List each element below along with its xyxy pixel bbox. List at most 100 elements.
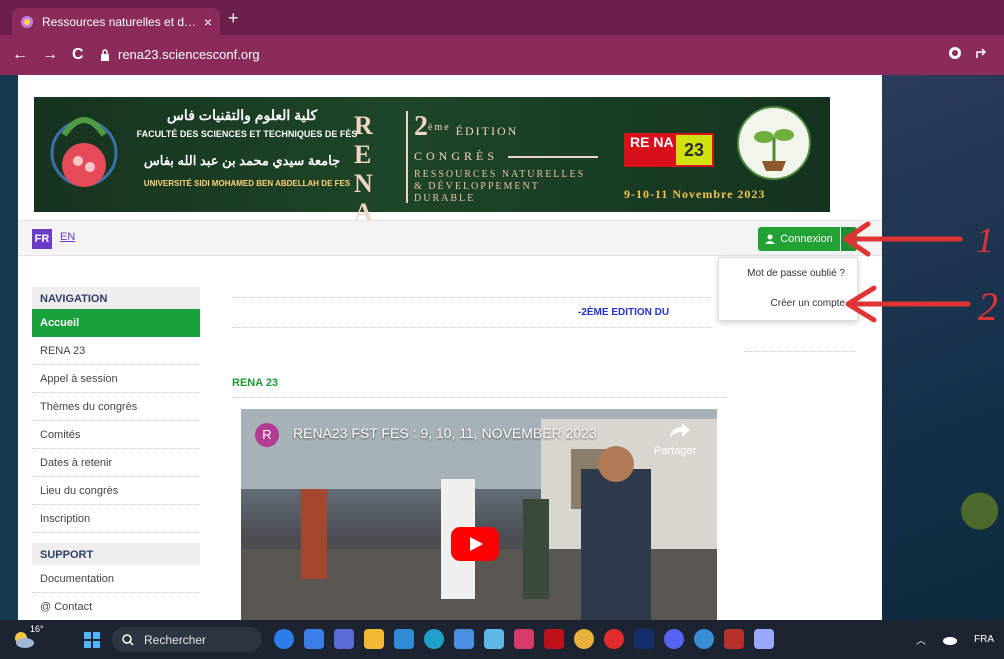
rena23-logo: RE NA 23: [624, 133, 714, 167]
url-field[interactable]: rena23.sciencesconf.org: [100, 43, 980, 67]
edition-label: 2ème ÉDITION: [414, 111, 518, 143]
windows-taskbar: 16° Rechercher ︿ FRA: [0, 620, 1004, 659]
sidebar-item-appel-session[interactable]: Appel à session: [32, 365, 200, 393]
forgot-password-link[interactable]: Mot de passe oublié ?: [747, 268, 845, 279]
search-placeholder: Rechercher: [144, 632, 207, 647]
congress-theme: RESSOURCES NATURELLES & DÉVELOPPEMENT DU…: [414, 169, 585, 205]
forward-button[interactable]: →: [42, 45, 58, 65]
rena-line-1: R E: [354, 111, 373, 169]
faculty-name-french: FACULTÉ DES SCIENCES ET TECHNIQUES DE FÈ…: [136, 129, 358, 139]
sidebar: NAVIGATION Accueil RENA 23 Appel à sessi…: [32, 287, 200, 620]
section-divider: [232, 397, 728, 398]
theme-line-3: DURABLE: [414, 193, 476, 204]
sidebar-item-documentation[interactable]: Documentation: [32, 565, 200, 593]
rena-line-2: N A: [354, 169, 373, 227]
netflix-icon[interactable]: [544, 629, 564, 649]
search-icon: [122, 633, 134, 646]
content-divider: [744, 351, 856, 352]
edge-icon[interactable]: [424, 629, 444, 649]
file-explorer-icon[interactable]: [364, 629, 384, 649]
windows-start-icon[interactable]: [84, 632, 100, 648]
user-icon: [765, 234, 776, 244]
edition-number: 2: [414, 111, 428, 142]
mcafee-icon[interactable]: [514, 629, 534, 649]
opera-icon[interactable]: [604, 629, 624, 649]
browser-tab-bar: Ressources naturelles et développ × +: [0, 0, 1004, 35]
theme-line-1: RESSOURCES NATURELLES: [414, 169, 586, 180]
rena-logo-text: RE NA: [630, 134, 674, 150]
ecology-seal-icon: [737, 106, 811, 180]
sidebar-item-lieu[interactable]: Lieu du congrès: [32, 477, 200, 505]
rena-logo-number: 23: [676, 135, 712, 165]
lock-icon: [101, 49, 109, 61]
faculty-name-arabic: كلية العلوم والتقنيات فاس: [166, 107, 318, 123]
congres-divider: [508, 156, 598, 158]
task-view-icon[interactable]: [304, 629, 324, 649]
annotation-number-1: 1: [976, 220, 994, 260]
back-button[interactable]: ←: [12, 45, 28, 65]
temperature: 16°: [30, 624, 44, 634]
lang-fr-button[interactable]: FR: [32, 229, 52, 249]
edition-suffix: ème: [428, 122, 451, 133]
section-heading: RENA 23: [232, 377, 279, 389]
congres-label: CONGRÈS: [414, 149, 499, 163]
university-name-french: UNIVERSITÉ SIDI MOHAMED BEN ABDELLAH DE …: [143, 179, 351, 188]
play-button[interactable]: [451, 527, 499, 561]
bing-icon[interactable]: [274, 629, 294, 649]
browser-icon[interactable]: [694, 629, 714, 649]
sidebar-item-dates[interactable]: Dates à retenir: [32, 449, 200, 477]
connexion-button[interactable]: Connexion: [758, 227, 840, 251]
store-icon[interactable]: [394, 629, 414, 649]
create-account-link[interactable]: Créer un compte: [771, 298, 845, 309]
youtube-video-player[interactable]: R RENA23 FST FES : 9, 10, 11, NOVEMBER 2…: [241, 409, 717, 620]
annotation-arrows: 1 2: [843, 220, 998, 329]
system-tray: ︿ FRA: [916, 632, 994, 647]
language-indicator[interactable]: FRA: [974, 634, 994, 645]
sidebar-item-inscription[interactable]: Inscription: [32, 505, 200, 533]
taskbar-search[interactable]: Rechercher: [112, 627, 262, 652]
annotation-number-2: 2: [978, 284, 998, 329]
cloud-icon[interactable]: [942, 635, 958, 645]
news-ticker: -2ÈME EDITION DU: [578, 307, 670, 318]
share-label[interactable]: Partager: [654, 445, 696, 457]
sidebar-item-rena23[interactable]: RENA 23: [32, 337, 200, 365]
sidebar-item-accueil[interactable]: Accueil: [32, 309, 200, 337]
sidebar-item-contact[interactable]: @ Contact: [32, 593, 200, 620]
notes-icon[interactable]: [754, 629, 774, 649]
university-logo-icon: [50, 117, 118, 187]
wps-icon[interactable]: [724, 629, 744, 649]
channel-avatar[interactable]: R: [255, 423, 279, 447]
new-tab-button[interactable]: +: [228, 8, 239, 28]
share-page-icon[interactable]: [974, 46, 988, 60]
conference-dates: 9-10-11 Novembre 2023: [624, 187, 766, 201]
language-login-bar: FR EN Connexion: [18, 220, 882, 256]
desktop-background-left: [0, 75, 18, 620]
extension-icons: [948, 46, 988, 60]
mail-icon[interactable]: [454, 629, 474, 649]
teams-icon[interactable]: [334, 629, 354, 649]
browser-address-bar: ← → C rena23.sciencesconf.org: [0, 35, 1004, 75]
desktop-background-right: [882, 75, 1004, 620]
google-icon[interactable]: [948, 46, 962, 60]
edition-text: ÉDITION: [455, 124, 519, 138]
connexion-dropdown-menu: Mot de passe oublié ? Créer un compte: [718, 257, 858, 321]
chevron-up-icon[interactable]: ︿: [916, 632, 926, 647]
banner-divider: [406, 111, 408, 203]
app-icon[interactable]: [484, 629, 504, 649]
share-icon[interactable]: [669, 421, 691, 439]
chrome-icon[interactable]: [574, 629, 594, 649]
tab-title: Ressources naturelles et développ: [42, 14, 198, 29]
site-favicon-icon: [21, 15, 33, 28]
photoshop-icon[interactable]: [634, 629, 654, 649]
reload-button[interactable]: C: [72, 45, 84, 65]
tab-close-icon[interactable]: ×: [204, 14, 212, 30]
support-heading: SUPPORT: [32, 543, 200, 565]
discord-icon[interactable]: [664, 629, 684, 649]
sidebar-item-themes[interactable]: Thèmes du congrès: [32, 393, 200, 421]
navigation-heading: NAVIGATION: [32, 287, 200, 309]
video-title[interactable]: RENA23 FST FES : 9, 10, 11, NOVEMBER 202…: [293, 425, 597, 441]
lang-en-link[interactable]: EN: [60, 231, 75, 243]
connexion-label: Connexion: [780, 233, 833, 245]
browser-tab[interactable]: Ressources naturelles et développ ×: [12, 8, 220, 35]
sidebar-item-comites[interactable]: Comités: [32, 421, 200, 449]
